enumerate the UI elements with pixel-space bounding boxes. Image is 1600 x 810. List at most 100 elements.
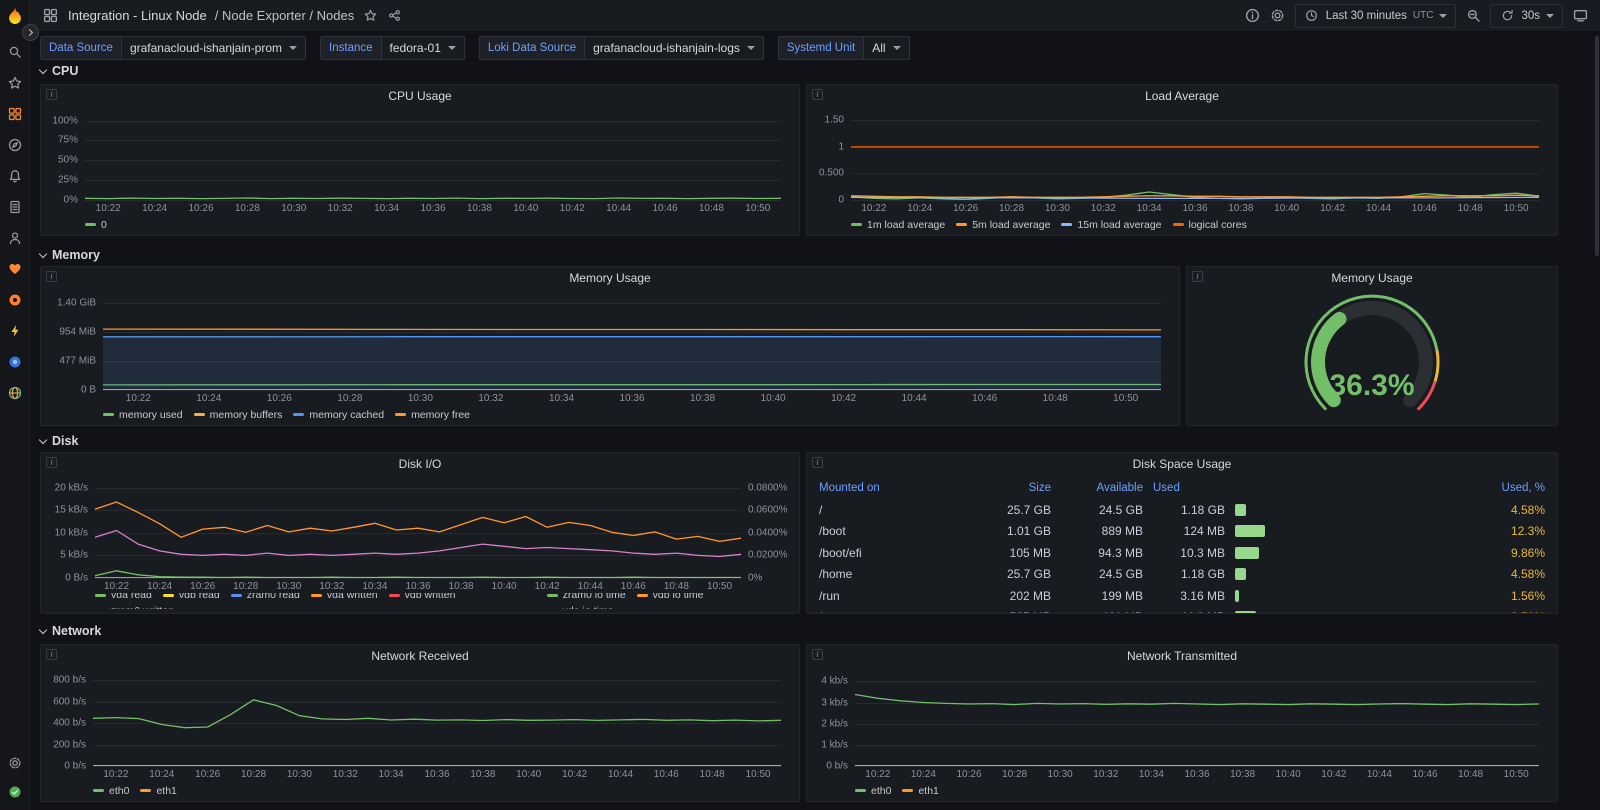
panel-title[interactable]: Load Average bbox=[807, 85, 1557, 107]
star-icon[interactable] bbox=[362, 8, 378, 24]
profile-person-icon[interactable] bbox=[7, 230, 23, 246]
panel-info-icon[interactable]: i bbox=[812, 89, 823, 100]
col-mounted-on[interactable]: Mounted on bbox=[819, 482, 969, 494]
legend-item[interactable]: vdb read bbox=[163, 593, 220, 601]
panel-info-icon[interactable]: i bbox=[812, 649, 823, 660]
memory-usage-chart[interactable]: 0 B477 MiB954 MiB1.40 GiB10:2210:2410:26… bbox=[47, 289, 1173, 421]
legend-item[interactable]: vdb io time bbox=[637, 593, 704, 601]
legend-item[interactable]: vda io time bbox=[547, 605, 614, 610]
legend-item[interactable]: eth0 bbox=[93, 785, 129, 797]
col-size[interactable]: Size bbox=[979, 482, 1051, 494]
col-used[interactable]: Used bbox=[1153, 482, 1225, 494]
panel-title[interactable]: Disk I/O bbox=[41, 453, 799, 475]
filter-value-dropdown[interactable]: All bbox=[863, 36, 909, 60]
gridline bbox=[851, 200, 1539, 201]
section-header-cpu[interactable]: CPU bbox=[40, 62, 78, 80]
breadcrumb-dashboard-title[interactable]: Integration - Linux Node bbox=[68, 8, 207, 23]
logs-document-icon[interactable] bbox=[7, 199, 23, 215]
app-globe-icon[interactable] bbox=[7, 385, 23, 401]
settings-gear-icon[interactable] bbox=[7, 755, 23, 771]
share-icon[interactable] bbox=[386, 8, 402, 24]
search-icon[interactable] bbox=[7, 44, 23, 60]
legend-item[interactable]: eth1 bbox=[140, 785, 176, 797]
panel-title[interactable]: Network Transmitted bbox=[807, 645, 1557, 667]
plot-area[interactable] bbox=[95, 483, 741, 578]
col-used-pct[interactable]: Used, % bbox=[1487, 482, 1545, 494]
legend-item[interactable]: memory buffers bbox=[194, 409, 283, 421]
tv-mode-icon[interactable] bbox=[1572, 8, 1588, 24]
plot-area[interactable] bbox=[85, 115, 781, 200]
panel-info-icon[interactable]: i bbox=[812, 457, 823, 468]
panel-title[interactable]: Memory Usage bbox=[41, 267, 1179, 289]
time-range-picker[interactable]: Last 30 minutes UTC bbox=[1295, 4, 1457, 28]
legend-item[interactable]: vda written bbox=[311, 593, 378, 601]
load-average-chart[interactable]: 00.50011.5010:2210:2410:2610:2810:3010:3… bbox=[813, 107, 1551, 231]
network-transmitted-chart[interactable]: 0 b/s1 kb/s2 kb/s3 kb/s4 kb/s10:2210:241… bbox=[813, 667, 1551, 797]
plot-area[interactable] bbox=[851, 115, 1539, 200]
cell-used: 124 MB bbox=[1153, 524, 1225, 538]
x-axis-label: 10:22 bbox=[861, 203, 886, 214]
app-blue-circle-icon[interactable] bbox=[7, 354, 23, 370]
zoom-out-icon[interactable] bbox=[1465, 8, 1481, 24]
col-available[interactable]: Available bbox=[1061, 482, 1143, 494]
panel-info-icon[interactable]: i bbox=[1192, 271, 1203, 282]
legend-item[interactable]: logical cores bbox=[1173, 219, 1247, 231]
explore-compass-icon[interactable] bbox=[7, 137, 23, 153]
starred-icon[interactable] bbox=[7, 75, 23, 91]
section-header-disk[interactable]: Disk bbox=[40, 432, 78, 450]
legend-item[interactable]: eth1 bbox=[902, 785, 938, 797]
legend-item[interactable]: zram0 io time bbox=[547, 593, 626, 601]
filter-value-dropdown[interactable]: grafanacloud-ishanjain-prom bbox=[121, 36, 306, 60]
cpu-usage-chart[interactable]: 0%25%50%75%100%10:2210:2410:2610:2810:30… bbox=[47, 107, 793, 231]
sidebar-expand-button[interactable] bbox=[22, 24, 39, 41]
network-received-chart[interactable]: 0 b/s200 b/s400 b/s600 b/s800 b/s10:2210… bbox=[47, 667, 793, 797]
cell-available: 199 MB bbox=[1061, 589, 1143, 603]
y-axis-label: 600 b/s bbox=[47, 696, 86, 707]
plot-area[interactable] bbox=[855, 675, 1539, 766]
legend-item[interactable]: zram0 read bbox=[231, 593, 300, 601]
panel-title[interactable]: CPU Usage bbox=[41, 85, 799, 107]
panel-info-icon[interactable]: i bbox=[46, 457, 57, 468]
legend-item[interactable]: memory free bbox=[395, 409, 470, 421]
legend-item[interactable]: 1m load average bbox=[851, 219, 945, 231]
legend-item[interactable]: 5m load average bbox=[956, 219, 1050, 231]
filter-value-dropdown[interactable]: fedora-01 bbox=[381, 36, 465, 60]
panel-info-icon[interactable]: i bbox=[46, 89, 57, 100]
app-heart-icon[interactable] bbox=[7, 261, 23, 277]
app-orange-circle-icon[interactable] bbox=[7, 292, 23, 308]
panel-info-icon[interactable]: i bbox=[46, 271, 57, 282]
legend-item[interactable]: vdb written bbox=[389, 593, 456, 601]
breadcrumb-path[interactable]: / Node Exporter / Nodes bbox=[215, 8, 354, 23]
plot-area[interactable] bbox=[103, 297, 1161, 390]
legend-item[interactable]: 15m load average bbox=[1061, 219, 1161, 231]
panel-title[interactable]: Memory Usage bbox=[1187, 267, 1557, 289]
legend-item[interactable]: eth0 bbox=[855, 785, 891, 797]
x-axis-label: 10:38 bbox=[449, 581, 474, 592]
x-axis-label: 10:38 bbox=[470, 769, 495, 780]
alerting-bell-icon[interactable] bbox=[7, 168, 23, 184]
section-label: CPU bbox=[52, 64, 78, 78]
scrollbar[interactable] bbox=[1594, 32, 1600, 810]
disk-io-chart[interactable]: 0 B/s5 kB/s10 kB/s15 kB/s20 kB/s0%0.0200… bbox=[47, 475, 793, 609]
section-header-memory[interactable]: Memory bbox=[40, 246, 100, 264]
legend-item[interactable]: memory cached bbox=[293, 409, 384, 421]
dashboard-settings-icon[interactable] bbox=[1270, 8, 1286, 24]
filter-value-dropdown[interactable]: grafanacloud-ishanjain-logs bbox=[584, 36, 764, 60]
plot-area[interactable] bbox=[93, 675, 781, 766]
legend-item[interactable]: zram0 written bbox=[95, 605, 174, 610]
panel-info-icon[interactable]: i bbox=[46, 649, 57, 660]
section-header-network[interactable]: Network bbox=[40, 622, 101, 640]
refresh-interval-label: 30s bbox=[1521, 10, 1540, 22]
scrollbar-thumb[interactable] bbox=[1595, 36, 1599, 256]
panel-title[interactable]: Network Received bbox=[41, 645, 799, 667]
help-icon[interactable] bbox=[1245, 8, 1261, 24]
refresh-button[interactable]: 30s bbox=[1490, 4, 1563, 28]
legend-item[interactable]: vda read bbox=[95, 593, 152, 601]
app-lightning-icon[interactable] bbox=[7, 323, 23, 339]
panel-title[interactable]: Disk Space Usage bbox=[807, 453, 1557, 475]
legend-item[interactable]: 0 bbox=[85, 219, 107, 231]
legend-item[interactable]: memory used bbox=[103, 409, 183, 421]
grafana-logo[interactable] bbox=[6, 7, 24, 28]
dashboards-icon[interactable] bbox=[7, 106, 23, 122]
health-icon[interactable] bbox=[7, 784, 23, 800]
